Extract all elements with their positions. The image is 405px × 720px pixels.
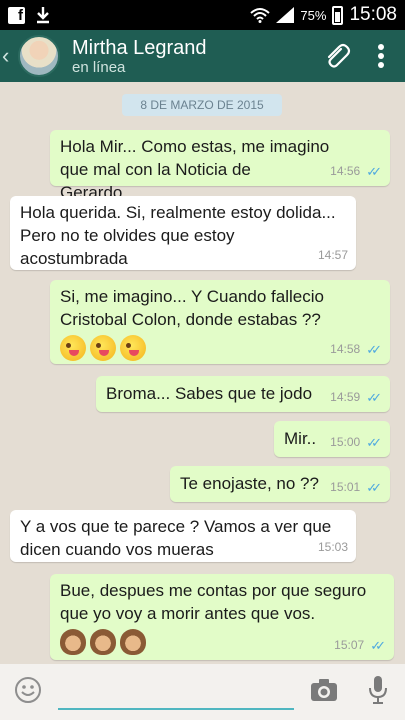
message-time: 15:00: [330, 435, 361, 449]
facebook-icon: f: [8, 6, 25, 24]
contact-status: en línea: [72, 58, 126, 76]
see-no-evil-monkey-icon: [120, 629, 146, 655]
message-meta: 15:01 ✓✓: [330, 476, 382, 499]
winking-tongue-emoji-icon: [90, 335, 116, 361]
battery-percent: 75%: [300, 7, 327, 23]
message-bubble-outgoing[interactable]: Bue, despues me contas por que seguro qu…: [50, 574, 394, 660]
camera-icon[interactable]: [310, 678, 338, 707]
status-time: 15:08: [349, 4, 397, 25]
message-meta: 15:00 ✓✓: [330, 431, 382, 454]
status-right: 75% 15:08: [250, 4, 397, 26]
winking-tongue-emoji-icon: [120, 335, 146, 361]
message-time: 14:59: [330, 390, 361, 404]
paperclip-icon[interactable]: [321, 41, 351, 71]
chat-area[interactable]: 8 DE MARZO DE 2015 Hola Mir... Como esta…: [0, 82, 405, 664]
message-text: Hola querida. Si, realmente estoy dolida…: [20, 203, 336, 268]
message-bubble-incoming[interactable]: Y a vos que te parece ? Vamos a ver que …: [10, 510, 356, 562]
avatar[interactable]: [18, 35, 60, 77]
message-text: Bue, despues me contas por que seguro qu…: [60, 581, 367, 623]
message-time: 15:03: [317, 540, 348, 554]
message-bubble-outgoing[interactable]: Si, me imagino... Y Cuando fallecio Cris…: [50, 280, 390, 364]
message-bubble-incoming[interactable]: Hola querida. Si, realmente estoy dolida…: [10, 196, 356, 270]
chat-header: ‹ Mirtha Legrand en línea: [0, 30, 405, 82]
download-icon: [37, 7, 49, 24]
see-no-evil-monkey-icon: [60, 629, 86, 655]
see-no-evil-monkey-icon: [90, 629, 116, 655]
message-text: Si, me imagino... Y Cuando fallecio Cris…: [60, 287, 324, 329]
date-chip: 8 DE MARZO DE 2015: [122, 94, 282, 116]
winking-tongue-emoji-icon: [60, 335, 86, 361]
double-check-icon: ✓✓: [366, 390, 382, 405]
status-bar: f 75% 15:08: [0, 0, 405, 30]
message-bubble-outgoing[interactable]: Te enojaste, no ?? 15:01 ✓✓: [170, 466, 390, 502]
double-check-icon: ✓✓: [366, 164, 382, 179]
message-time: 15:07: [334, 638, 365, 652]
message-input[interactable]: [58, 674, 294, 710]
message-bubble-outgoing[interactable]: Mir.. 15:00 ✓✓: [274, 421, 390, 457]
wifi-icon: [250, 8, 271, 23]
microphone-icon[interactable]: [368, 675, 388, 710]
signal-icon: [276, 7, 295, 23]
back-icon[interactable]: ‹: [2, 43, 16, 69]
header-actions: [321, 41, 385, 71]
message-text: Y a vos que te parece ? Vamos a ver que …: [20, 517, 332, 559]
input-bar: [0, 664, 405, 720]
message-meta: 14:58 ✓✓: [330, 338, 382, 361]
message-time: 14:57: [317, 248, 348, 262]
message-time: 14:58: [330, 342, 361, 356]
message-meta: 14:57: [318, 244, 348, 267]
message-bubble-outgoing[interactable]: Broma... Sabes que te jodo 14:59 ✓✓: [96, 376, 390, 412]
double-check-icon: ✓✓: [370, 638, 386, 653]
smiley-icon[interactable]: [14, 676, 42, 709]
contact-info[interactable]: Mirtha Legrand en línea: [72, 37, 207, 76]
double-check-icon: ✓✓: [366, 342, 382, 357]
overflow-menu-icon[interactable]: [377, 43, 385, 69]
message-bubble-outgoing[interactable]: Hola Mir... Como estas, me imagino que m…: [50, 130, 390, 202]
status-left: f: [8, 6, 51, 24]
message-meta: 14:59 ✓✓: [330, 386, 382, 409]
double-check-icon: ✓✓: [366, 480, 382, 495]
double-check-icon: ✓✓: [366, 435, 382, 450]
contact-name: Mirtha Legrand: [72, 36, 207, 59]
message-meta: 15:07 ✓✓: [334, 634, 386, 657]
message-meta: 15:03: [318, 536, 348, 559]
message-meta: 14:56 ✓✓: [330, 160, 382, 183]
message-time: 14:56: [330, 164, 361, 178]
battery-icon: [332, 5, 344, 25]
message-time: 15:01: [330, 480, 361, 494]
